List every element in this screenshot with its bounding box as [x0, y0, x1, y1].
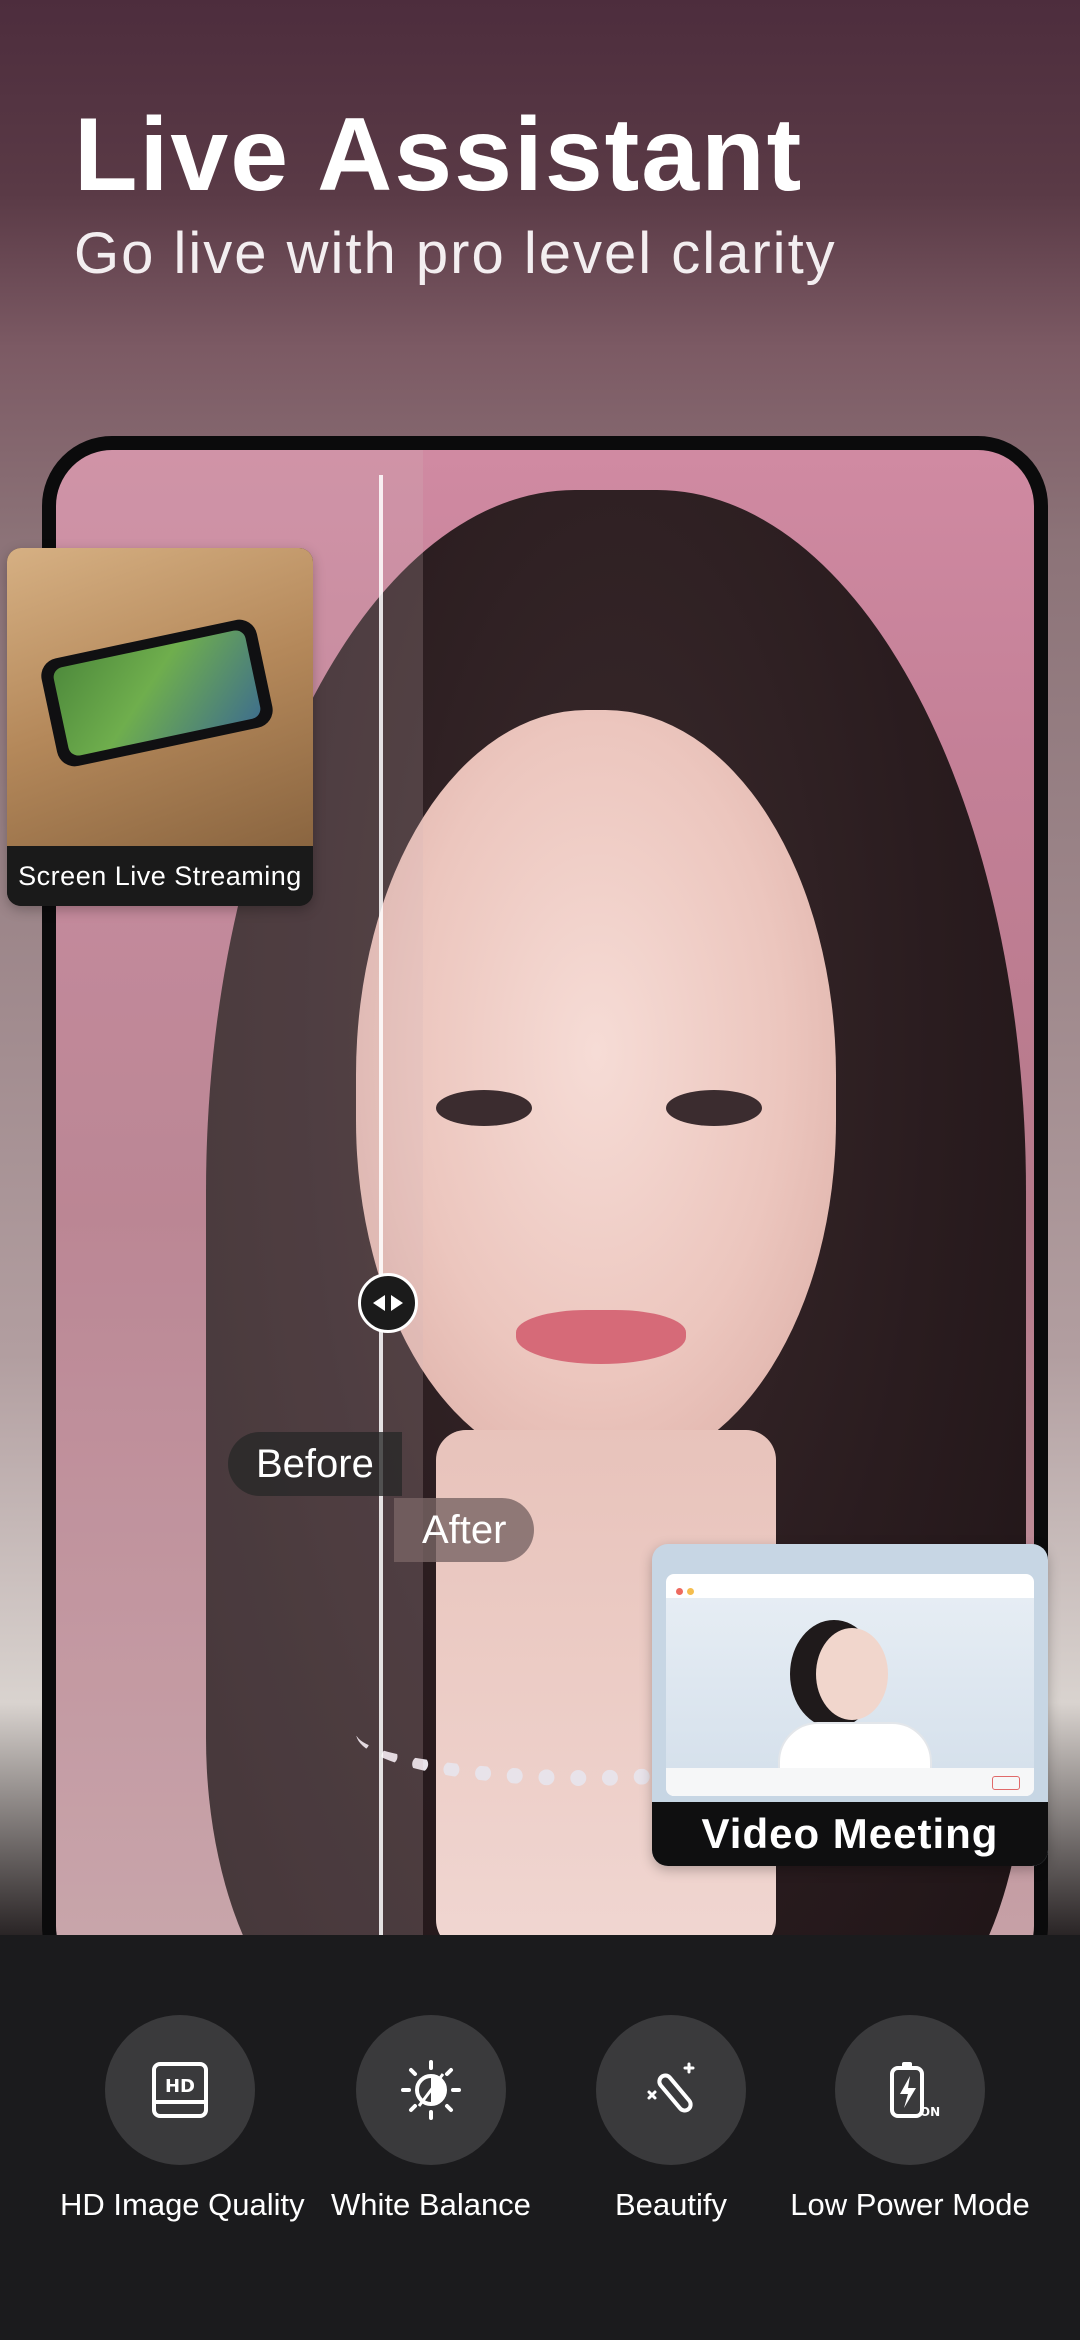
- hd-icon: HD: [152, 2062, 208, 2118]
- comparison-slider-handle[interactable]: [358, 1273, 418, 1333]
- portrait-eye-left: [436, 1090, 532, 1126]
- after-label: After: [394, 1498, 535, 1562]
- hero-section: Live Assistant Go live with pro level cl…: [0, 0, 1080, 1935]
- battery-on-icon: ON: [890, 2062, 940, 2119]
- white-balance-icon: [401, 2060, 461, 2120]
- page-subtitle: Go live with pro level clarity: [74, 221, 837, 286]
- screen-streaming-label: Screen Live Streaming: [7, 846, 313, 906]
- magic-wand-icon: [647, 2062, 695, 2113]
- feature-label: Beautify: [614, 2187, 727, 2222]
- portrait-lips: [516, 1310, 686, 1364]
- feature-label: White Balance: [331, 2187, 531, 2222]
- left-right-arrows-icon: [373, 1295, 403, 1311]
- meeting-video: [666, 1598, 1034, 1786]
- end-call-button: [992, 1776, 1020, 1790]
- video-meeting-label: Video Meeting: [652, 1802, 1048, 1866]
- feature-white-balance[interactable]: White Balance: [311, 2015, 551, 2223]
- video-meeting-card[interactable]: Video Meeting: [652, 1544, 1048, 1866]
- feature-hd-image-quality[interactable]: HD HD Image Quality: [60, 2015, 305, 2223]
- svg-text:HD: HD: [165, 2076, 195, 2097]
- feature-label: HD Image Quality: [60, 2187, 305, 2222]
- screen-streaming-card[interactable]: Screen Live Streaming: [7, 548, 313, 906]
- meeting-window: [666, 1574, 1034, 1796]
- feature-bar: HD HD Image Quality White Balance Beauti…: [0, 1935, 1080, 2340]
- feature-beautify[interactable]: Beautify: [551, 2015, 791, 2223]
- page-title: Live Assistant: [74, 97, 804, 213]
- before-label: Before: [228, 1432, 402, 1496]
- feature-low-power-mode[interactable]: ON Low Power Mode: [790, 2015, 1030, 2223]
- screen-streaming-thumbnail: [7, 548, 313, 846]
- svg-text:ON: ON: [920, 2105, 940, 2119]
- portrait-eye-right: [666, 1090, 762, 1126]
- feature-label: Low Power Mode: [790, 2187, 1030, 2222]
- gaming-phone-image: [37, 616, 277, 770]
- meeting-person: [816, 1628, 888, 1720]
- meeting-toolbar: [666, 1768, 1034, 1796]
- comparison-divider[interactable]: [379, 475, 383, 1935]
